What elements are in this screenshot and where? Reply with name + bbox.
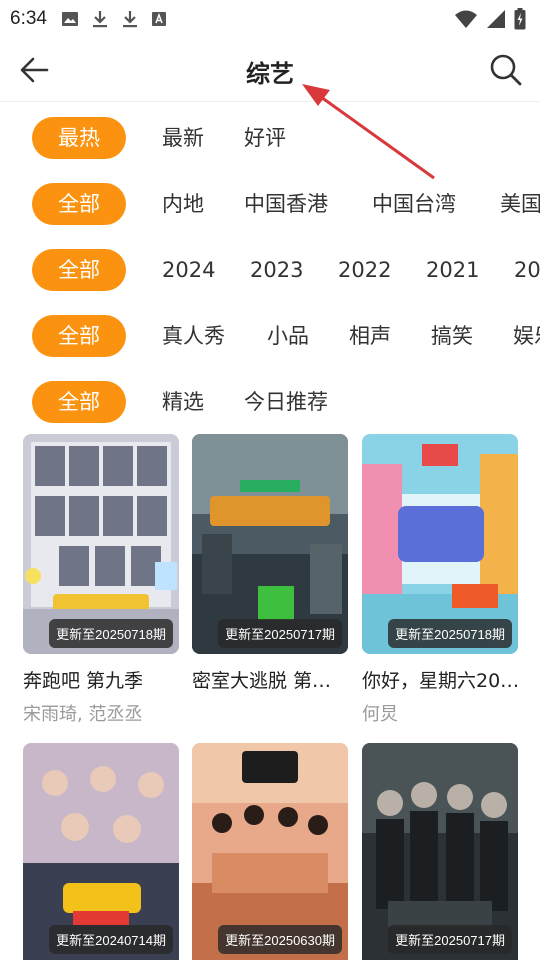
update-badge: 更新至20240714期 [49,925,173,954]
text-a-icon [151,12,166,26]
filter-chip-active[interactable]: 最热 [32,117,126,159]
filter-chip[interactable]: 相声 [349,315,391,357]
filter-chip[interactable]: 内地 [162,183,204,225]
page-title: 综艺 [246,60,294,88]
update-badge: 更新至20250718期 [388,619,512,648]
app-bar: 综艺 [0,38,540,102]
show-card[interactable]: 更新至20250718期 你好，星期六20… 何炅 [362,434,519,725]
sort-filter-row: 最热 最新 好评 [0,115,540,161]
filter-chip[interactable]: 2022 [338,249,391,291]
image-icon [61,12,78,26]
update-badge: 更新至20250630期 [218,925,342,954]
update-badge: 更新至20250717期 [218,619,342,648]
filter-chip[interactable]: 美国 [500,183,540,225]
show-title: 你好，星期六20… [362,670,520,692]
status-bar: 6:34 [0,0,540,38]
show-cast: 何炅 [362,704,398,725]
update-badge: 更新至20250717期 [388,925,512,954]
show-title: 密室大逃脱 第… [192,670,332,692]
show-poster: 更新至20250718期 [23,434,179,654]
show-poster: 更新至20250717期 [362,743,518,960]
filter-chip-active[interactable]: 全部 [32,249,126,291]
show-card[interactable]: 更新至20240714期 [23,743,179,960]
battery-icon [514,8,526,30]
filter-chip[interactable]: 2021 [426,249,479,291]
search-button[interactable] [486,50,526,90]
show-title: 奔跑吧 第九季 [23,670,144,692]
filter-chip[interactable]: 2024 [162,249,215,291]
show-card[interactable]: 更新至20250717期 密室大逃脱 第… [192,434,348,692]
filter-chip[interactable]: 最新 [162,117,204,159]
filter-chip-active[interactable]: 全部 [32,315,126,357]
show-card[interactable]: 更新至20250630期 [192,743,348,960]
filter-chip[interactable]: 2020 [514,249,540,291]
year-filter-row: 全部 2024 2023 2022 2021 2020 [0,247,540,293]
show-card[interactable]: 更新至20250718期 奔跑吧 第九季 宋雨琦, 范丞丞 [23,434,179,725]
filter-chip[interactable]: 搞笑 [431,315,473,357]
filter-chip[interactable]: 小品 [267,315,309,357]
filter-chip[interactable]: 真人秀 [162,315,225,357]
show-poster: 更新至20250630期 [192,743,348,960]
filter-chip-active[interactable]: 全部 [32,381,126,423]
filter-chip[interactable]: 精选 [162,381,204,423]
update-badge: 更新至20250718期 [49,619,173,648]
filter-chip[interactable]: 好评 [244,117,286,159]
download-icon [92,11,107,28]
show-poster: 更新至20240714期 [23,743,179,960]
wifi-icon [455,10,477,28]
show-card[interactable]: 更新至20250717期 [362,743,518,960]
download-icon [122,11,137,28]
special-filter-row: 全部 精选 今日推荐 [0,379,540,425]
show-cast: 宋雨琦, 范丞丞 [23,704,143,725]
region-filter-row: 全部 内地 中国香港 中国台湾 美国 [0,181,540,227]
signal-icon [487,10,505,28]
filter-chip[interactable]: 娱乐 [513,315,540,357]
show-poster: 更新至20250718期 [362,434,518,654]
filter-chip[interactable]: 中国台湾 [372,183,456,225]
filter-chip-active[interactable]: 全部 [32,183,126,225]
filter-chip[interactable]: 中国香港 [244,183,328,225]
search-icon [490,54,522,86]
filter-chip[interactable]: 2023 [250,249,303,291]
status-time: 6:34 [10,8,47,29]
show-poster: 更新至20250717期 [192,434,348,654]
filter-chip[interactable]: 今日推荐 [244,381,328,423]
genre-filter-row: 全部 真人秀 小品 相声 搞笑 娱乐 [0,313,540,359]
